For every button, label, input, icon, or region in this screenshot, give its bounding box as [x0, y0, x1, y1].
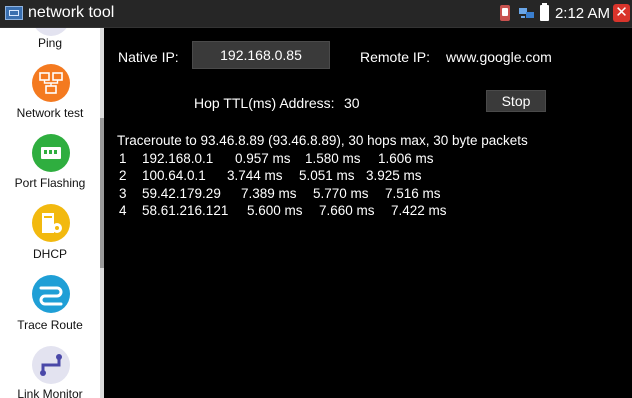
hop-address: 58.61.216.121	[142, 203, 229, 218]
clipboard-icon	[500, 5, 510, 21]
remote-ip-value[interactable]: www.google.com	[446, 49, 552, 65]
clock: 2:12 AM	[554, 5, 610, 22]
native-ip-field[interactable]: 192.168.0.85	[192, 41, 330, 69]
hop-time-1: 3.744 ms	[227, 168, 283, 183]
hop-time-3: 7.422 ms	[391, 203, 447, 218]
close-button[interactable]: ✕	[613, 4, 630, 22]
sidebar-item-label: Link Monitor	[17, 387, 83, 398]
main-panel: Native IP: 192.168.0.85 Remote IP: www.g…	[104, 28, 632, 398]
hop-row: 3 59.42.179.29 7.389 ms 5.770 ms 7.516 m…	[117, 185, 528, 203]
sidebar-item-label: Network test	[16, 106, 84, 120]
hop-row: 2 100.64.0.1 3.744 ms 5.051 ms 3.925 ms	[117, 167, 528, 185]
hop-time-2: 5.770 ms	[313, 185, 369, 201]
battery-icon	[540, 3, 549, 21]
sidebar-item-label: Ping	[37, 36, 63, 50]
hop-time-2: 7.660 ms	[319, 203, 375, 218]
hop-number: 4	[119, 203, 127, 218]
remote-ip-label: Remote IP:	[360, 49, 431, 65]
hop-ttl-label: Hop TTL(ms) Address:	[194, 95, 335, 111]
sidebar-item-port-flashing[interactable]: Port Flashing	[0, 130, 100, 190]
hop-address: 100.64.0.1	[142, 168, 206, 183]
hop-ttl-value[interactable]: 30	[344, 95, 360, 111]
hop-time-2: 1.580 ms	[305, 150, 361, 166]
port-flashing-icon	[32, 134, 70, 172]
stop-button[interactable]: Stop	[486, 90, 546, 112]
status-bar: network tool 2:12 AM ✕	[0, 0, 632, 28]
sidebar-item-label: DHCP	[32, 247, 67, 261]
hop-address: 192.168.0.1	[142, 150, 214, 166]
sidebar-item-network-test[interactable]: Network test	[0, 60, 100, 120]
network-test-icon	[32, 64, 70, 102]
app-icon	[5, 6, 23, 20]
app-title: network tool	[28, 4, 115, 21]
hop-time-1: 7.389 ms	[241, 185, 297, 201]
hop-time-3: 3.925 ms	[366, 168, 422, 183]
hop-number: 3	[119, 185, 127, 201]
native-ip-label: Native IP:	[118, 49, 179, 65]
hop-time-3: 1.606 ms	[378, 150, 434, 166]
hop-time-1: 0.957 ms	[235, 150, 291, 166]
hop-time-2: 5.051 ms	[299, 168, 355, 183]
sidebar-item-link-monitor[interactable]: Link Monitor	[0, 343, 100, 398]
hop-address: 59.42.179.29	[142, 185, 221, 201]
sidebar-item-label: Trace Route	[17, 318, 83, 332]
trace-route-icon	[32, 275, 70, 313]
hop-row: 1 192.168.0.1 0.957 ms 1.580 ms 1.606 ms	[117, 150, 528, 168]
sidebar-item-ping[interactable]: Ping	[0, 28, 100, 52]
network-icon	[519, 8, 534, 18]
dhcp-icon	[32, 204, 70, 242]
hop-time-3: 7.516 ms	[385, 185, 441, 201]
sidebar-item-label: Port Flashing	[14, 176, 86, 190]
hop-row: 4 58.61.216.121 5.600 ms 7.660 ms 7.422 …	[117, 202, 528, 220]
hop-number: 2	[119, 168, 127, 183]
sidebar-item-dhcp[interactable]: DHCP	[0, 200, 100, 262]
sidebar-item-trace-route[interactable]: Trace Route	[0, 271, 100, 333]
ping-icon	[32, 28, 70, 36]
link-monitor-icon	[32, 346, 70, 384]
sidebar: Ping Network test Port Flashing DHCP Tra…	[0, 28, 100, 398]
hop-time-1: 5.600 ms	[247, 203, 303, 218]
traceroute-header: Traceroute to 93.46.8.89 (93.46.8.89), 3…	[117, 133, 528, 148]
traceroute-output: Traceroute to 93.46.8.89 (93.46.8.89), 3…	[117, 132, 528, 220]
hop-number: 1	[119, 150, 127, 166]
